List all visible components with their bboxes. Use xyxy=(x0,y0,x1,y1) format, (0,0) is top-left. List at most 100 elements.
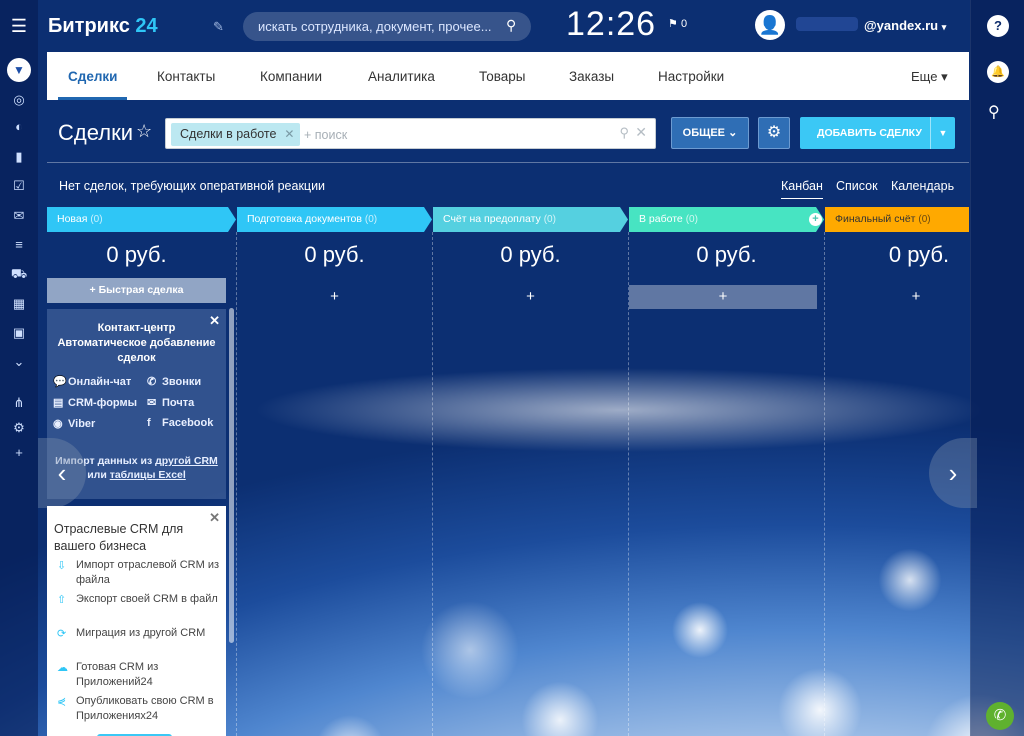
industry-item-label: Опубликовать свою CRM в Приложениях24 xyxy=(76,695,214,722)
add-plus-icon[interactable]: + xyxy=(9,443,29,463)
column-header[interactable]: Новая (0) xyxy=(47,207,236,232)
column-name: В работе xyxy=(639,213,683,225)
chip-remove-icon[interactable]: ✕ xyxy=(284,123,294,146)
add-stage-icon[interactable]: + xyxy=(809,213,822,226)
import-mid: или xyxy=(87,469,110,481)
import-other-crm-link[interactable]: другой CRM xyxy=(155,455,218,467)
tab-more[interactable]: Еще ▾ xyxy=(911,52,948,100)
bar-chart-icon[interactable]: ▮ xyxy=(9,147,29,167)
column-add-button[interactable]: + xyxy=(629,285,817,309)
bell-icon[interactable]: 🔔 xyxy=(987,61,1009,83)
apps-grid-icon[interactable]: ▣ xyxy=(9,323,29,343)
calendar-icon[interactable]: ▦ xyxy=(9,294,29,314)
column-sum: 0 руб. xyxy=(696,242,757,267)
close-icon[interactable]: ✕ xyxy=(209,510,220,526)
tab-companies[interactable]: Компании xyxy=(260,52,322,100)
column-count: (0) xyxy=(364,214,378,225)
column-header[interactable]: Финальный счёт (0) xyxy=(825,207,969,232)
chat-icon: 💬 xyxy=(53,376,67,388)
mail-link[interactable]: ✉ Почта xyxy=(147,396,194,409)
flag-icon: ⚑ xyxy=(668,18,678,30)
search-icon[interactable]: ⚲ xyxy=(988,102,1000,122)
industry-crm-title: Отраслевые CRM для вашего бизнеса xyxy=(54,522,184,553)
tab-products[interactable]: Товары xyxy=(479,52,525,100)
filter-search-field[interactable]: Сделки в работе ✕ ⚲ ✕ xyxy=(165,118,656,149)
chevron-down-icon: ⌄ xyxy=(728,127,738,139)
import-excel-link[interactable]: таблицы Excel xyxy=(110,469,186,481)
help-icon[interactable]: ? xyxy=(987,15,1009,37)
industry-item-label: Миграция из другой CRM xyxy=(76,627,206,639)
phone-icon: ✆ xyxy=(147,376,157,388)
column-count: (0) xyxy=(918,214,931,225)
star-favorite-icon[interactable]: ☆ xyxy=(136,121,152,142)
crm-forms-link[interactable]: ▤ CRM-формы xyxy=(53,396,137,409)
panel-scrollbar[interactable] xyxy=(229,308,234,643)
logo[interactable]: Битрикс 24 xyxy=(48,15,158,38)
hamburger-menu-icon[interactable]: ☰ xyxy=(9,16,29,36)
filter-chip[interactable]: Сделки в работе ✕ xyxy=(171,123,301,146)
no-urgent-deals-notice: Нет сделок, требующих оперативной реакци… xyxy=(59,179,326,193)
column-sum: 0 руб. xyxy=(500,242,561,267)
user-email-text: @yandex.ru xyxy=(864,18,939,33)
tab-orders[interactable]: Заказы xyxy=(569,52,614,100)
add-deal-label: ДОБАВИТЬ СДЕЛКУ xyxy=(817,127,922,139)
column-header[interactable]: В работе (0) xyxy=(629,207,824,232)
column-name: Счёт на предоплату xyxy=(443,213,541,225)
mail-icon[interactable]: ✉ xyxy=(9,206,29,226)
view-calendar[interactable]: Календарь xyxy=(891,179,954,193)
column-add-button[interactable]: + xyxy=(237,285,432,309)
task-check-icon[interactable]: ☑ xyxy=(9,176,29,196)
crm-filter-icon[interactable]: ▼ xyxy=(7,58,31,82)
settings-button[interactable]: ⚙ xyxy=(758,117,790,149)
phone-call-icon[interactable]: ✆ xyxy=(986,702,1014,730)
quick-deal-button[interactable]: + Быстрая сделка xyxy=(47,278,226,303)
add-deal-button[interactable]: ДОБАВИТЬ СДЕЛКУ ▼ xyxy=(800,117,955,149)
cart-icon[interactable]: ⛟ xyxy=(9,264,29,284)
clear-icon[interactable]: ✕ xyxy=(635,124,647,141)
global-search-input[interactable] xyxy=(243,12,531,41)
export-icon: ⇧ xyxy=(57,594,67,606)
search-icon[interactable]: ⚲ xyxy=(619,125,629,141)
user-name-redacted xyxy=(796,17,858,31)
column-header[interactable]: Счёт на предоплату (0) xyxy=(433,207,628,232)
form-icon: ▤ xyxy=(53,397,64,409)
column-add-button[interactable]: + xyxy=(433,285,628,309)
flag-counter[interactable]: ⚑ 0 xyxy=(668,17,687,30)
user-email[interactable]: @yandex.ru ▾ xyxy=(864,18,946,33)
add-deal-dropdown-icon[interactable]: ▼ xyxy=(930,117,955,149)
more-chevron-icon[interactable]: ⌄ xyxy=(9,352,29,372)
filter-search-input[interactable] xyxy=(304,125,604,144)
column-sum: 0 руб. xyxy=(888,242,950,267)
online-chat-link[interactable]: 💬Онлайн-чат xyxy=(53,375,131,388)
viber-link[interactable]: ◉ Viber xyxy=(53,417,95,430)
column-add-button[interactable]: + xyxy=(825,285,1007,309)
chevron-down-icon: ▾ xyxy=(941,22,947,32)
column-count: (0) xyxy=(543,214,556,225)
facebook-label: Facebook xyxy=(162,417,214,429)
facebook-icon: f xyxy=(147,417,151,429)
general-dropdown-button[interactable]: ОБЩЕЕ ⌄ xyxy=(671,117,749,149)
view-list[interactable]: Список xyxy=(836,179,878,193)
mail-label: Почта xyxy=(162,397,195,409)
facebook-link[interactable]: f Facebook xyxy=(147,417,213,429)
user-avatar[interactable]: 👤 xyxy=(755,10,785,40)
logo-text: Битрикс xyxy=(48,15,130,37)
tab-contacts[interactable]: Контакты xyxy=(157,52,215,100)
pencil-edit-icon[interactable]: ✎ xyxy=(213,19,224,35)
settings-gear-icon[interactable]: ⚙ xyxy=(9,418,29,438)
view-kanban[interactable]: Канбан xyxy=(781,179,823,199)
tab-settings[interactable]: Настройки xyxy=(658,52,724,100)
calls-link[interactable]: ✆ Звонки xyxy=(147,375,201,388)
drive-icon[interactable]: ≡ xyxy=(9,235,29,255)
moon-icon[interactable]: ◐ xyxy=(9,117,29,137)
column-header[interactable]: Подготовка документов (0) xyxy=(237,207,432,232)
online-chat-label: Онлайн-чат xyxy=(68,376,132,388)
industry-item-label: Импорт отраслевой CRM из файла xyxy=(76,559,220,586)
industry-item-label: Экспорт своей CRM в файл xyxy=(76,593,218,605)
clock[interactable]: 12:26 xyxy=(566,5,656,44)
target-icon[interactable]: ◎ xyxy=(9,90,29,110)
tab-deals[interactable]: Сделки xyxy=(57,52,129,100)
tab-analytics[interactable]: Аналитика xyxy=(368,52,435,100)
search-magnifier-icon[interactable]: ⚲ xyxy=(506,17,516,34)
structure-icon[interactable]: ⋔ xyxy=(9,393,29,413)
